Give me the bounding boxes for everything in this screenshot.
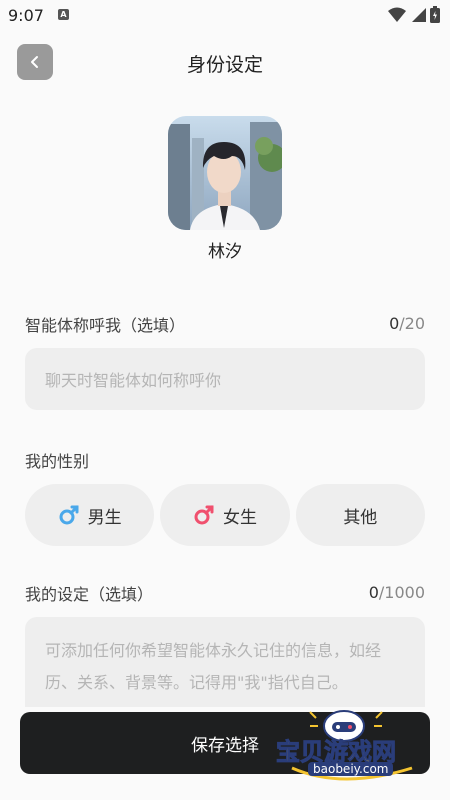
gender-option-female[interactable]: 女生: [160, 484, 290, 546]
status-icons: [388, 6, 440, 23]
settings-textarea[interactable]: 可添加任何你希望智能体永久记住的信息，如经历、关系、背景等。记得用"我"指代自己…: [25, 617, 425, 707]
gender-option-label: 女生: [222, 507, 257, 528]
nickname-count: 0: [389, 314, 400, 333]
male-symbol-icon: [59, 505, 79, 525]
avatar[interactable]: [168, 116, 282, 230]
status-time: 9:07: [8, 6, 44, 25]
settings-placeholder: 可添加任何你希望智能体永久记住的信息，如经历、关系、背景等。记得用"我"指代自己…: [45, 641, 382, 692]
avatar-image: [168, 116, 282, 230]
signal-icon: [412, 7, 426, 22]
settings-count: 0: [368, 583, 379, 602]
nickname-max: /20: [399, 314, 425, 333]
gender-option-label: 其他: [343, 507, 378, 528]
gender-option-label: 男生: [87, 507, 122, 528]
notification-badge: A: [58, 9, 69, 20]
settings-label: 我的设定（选填）: [25, 585, 154, 604]
nickname-label: 智能体称呼我（选填）: [25, 316, 186, 335]
gender-option-male[interactable]: 男生: [25, 484, 155, 546]
female-symbol-icon: [194, 505, 214, 525]
wifi-icon: [388, 7, 406, 22]
nickname-placeholder: 聊天时智能体如何称呼你: [45, 371, 222, 390]
header: 身份设定: [0, 40, 450, 84]
page-title: 身份设定: [186, 54, 263, 76]
watermark-url: baobeiy.com: [308, 762, 394, 776]
battery-icon: [430, 6, 440, 23]
gender-label: 我的性别: [25, 452, 90, 471]
gender-options: 男生 女生 其他: [25, 484, 425, 546]
status-bar: 9:07 A: [0, 0, 450, 32]
settings-max: /1000: [378, 583, 425, 602]
settings-counter: 0/1000: [369, 583, 425, 602]
watermark-logo: 宝贝游戏网 baobeiy.com: [272, 706, 432, 792]
nickname-counter: 0/20: [389, 314, 425, 333]
avatar-name: 林汐: [208, 242, 242, 262]
nickname-input[interactable]: 聊天时智能体如何称呼你: [25, 348, 425, 410]
save-button-label: 保存选择: [191, 735, 259, 756]
gender-option-other[interactable]: 其他: [295, 484, 425, 546]
